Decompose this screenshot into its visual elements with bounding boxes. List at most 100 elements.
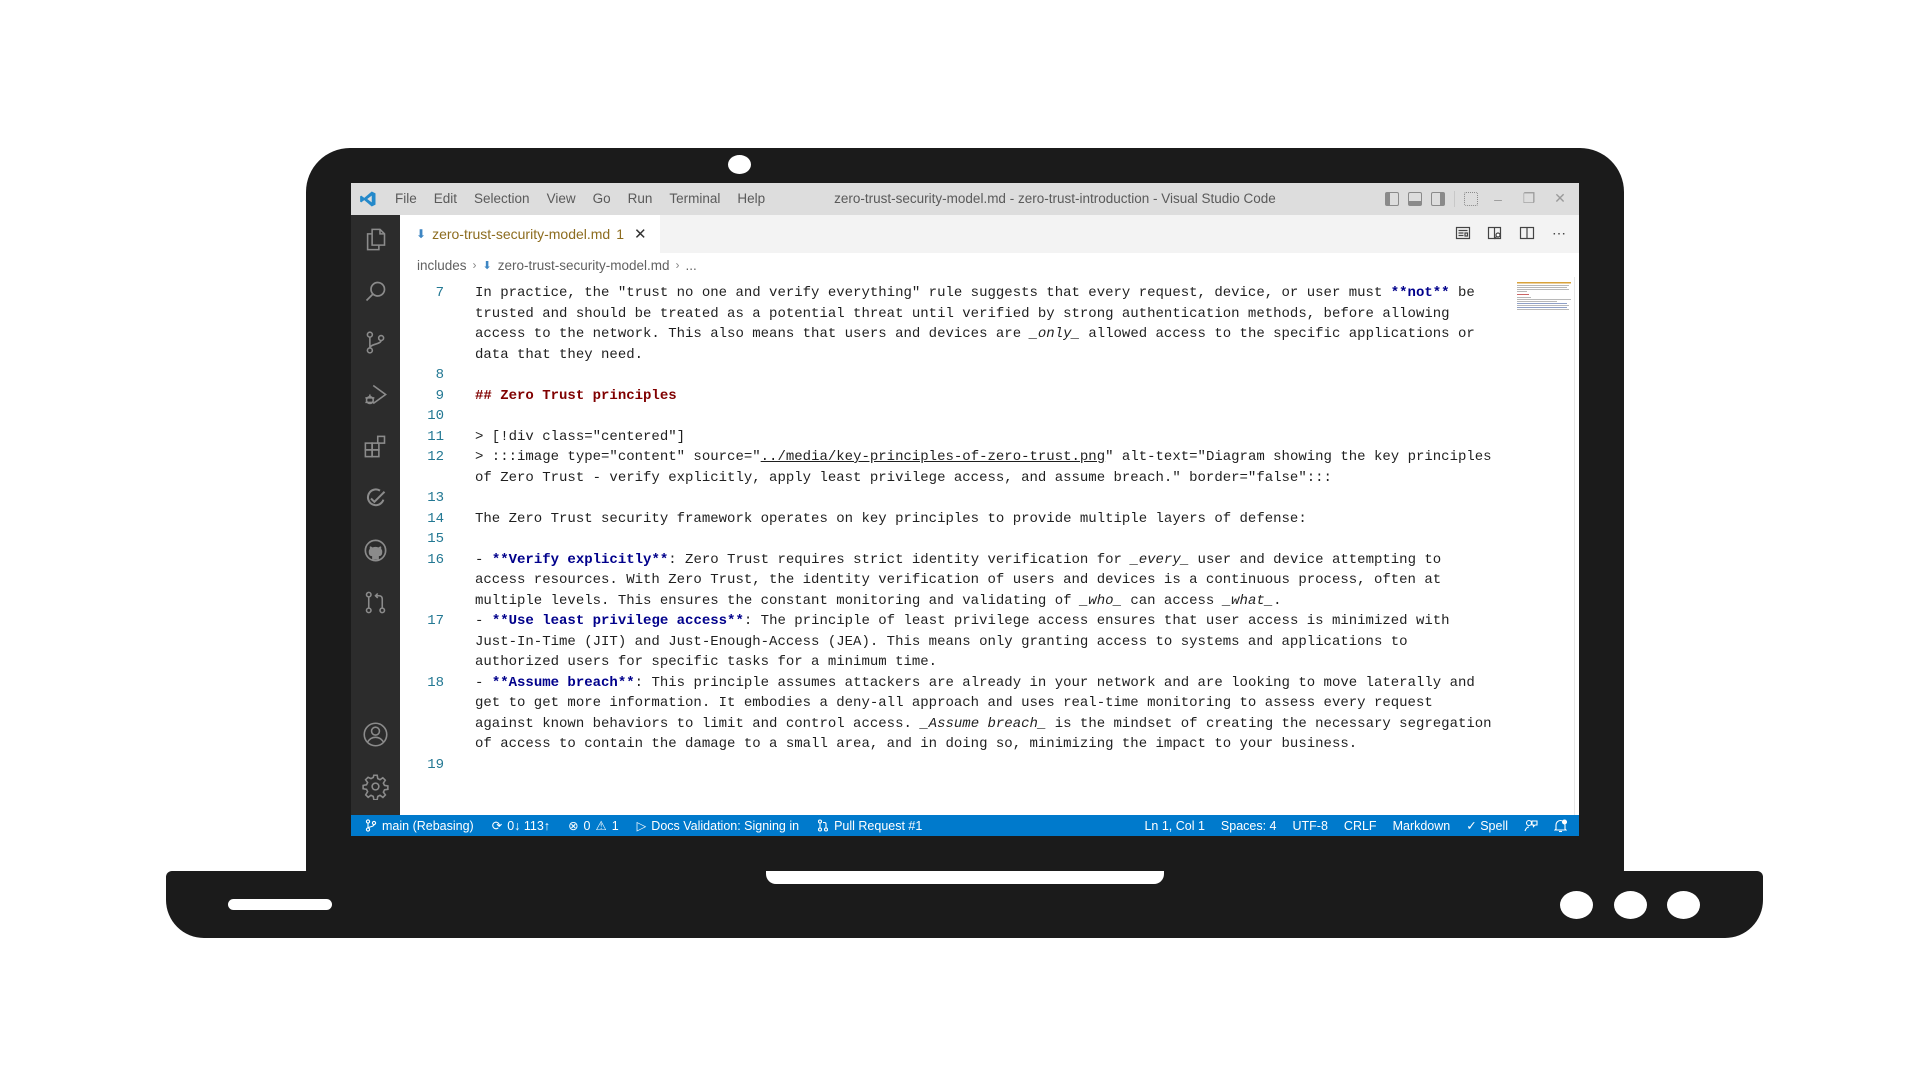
tab-zero-trust-security-model[interactable]: ⬇ zero-trust-security-model.md 1 ✕ <box>400 215 660 253</box>
text-segment: In practice, the "trust no one and verif… <box>475 285 1391 301</box>
search-icon[interactable] <box>362 278 389 305</box>
code-line[interactable]: - **Assume breach**: This principle assu… <box>475 673 1475 694</box>
link-path[interactable]: ../media/key-principles-of-zero-trust.pn… <box>761 449 1105 465</box>
line-number: 7 <box>435 285 444 301</box>
close-tab-icon[interactable]: ✕ <box>634 225 647 243</box>
testing-icon[interactable] <box>362 485 389 512</box>
problems-count-badge: 1 <box>616 226 625 242</box>
open-preview-icon[interactable] <box>1455 225 1471 241</box>
laptop-indicator-dot <box>1614 891 1647 919</box>
code-line[interactable]: multiple levels. This ensures the consta… <box>475 591 1282 612</box>
restore-button[interactable]: ❐ <box>1518 190 1540 207</box>
title-bar-controls: – ❐ ✕ <box>1385 190 1571 207</box>
code-line[interactable]: get to get more information. It embodies… <box>475 693 1433 714</box>
code-line[interactable]: of access to contain the damage to a sma… <box>475 734 1357 755</box>
accounts-icon[interactable] <box>362 721 389 748</box>
text-segment: get to get more information. It embodies… <box>475 695 1433 711</box>
code-line[interactable]: trusted and should be treated as a poten… <box>475 304 1450 325</box>
feedback-icon[interactable] <box>1524 819 1538 833</box>
text-segment: access to the network. This also means t… <box>475 326 1030 342</box>
warning-icon: ⚠ <box>595 819 607 833</box>
language-mode[interactable]: Markdown <box>1393 819 1451 833</box>
explorer-icon[interactable] <box>362 226 389 253</box>
text-segment: user and device attempting to <box>1189 551 1442 568</box>
line-number: 17 <box>427 613 444 629</box>
notifications-bell-icon[interactable] <box>1554 818 1567 833</box>
code-line[interactable]: of Zero Trust - verify explicitly, apply… <box>475 468 1332 489</box>
warning-count: 1 <box>611 818 619 833</box>
more-actions-icon[interactable]: ⋯ <box>1551 225 1567 241</box>
bold-markdown: **Use least privilege access** <box>491 613 744 629</box>
markdown-file-icon: ⬇ <box>416 227 427 241</box>
title-bar-divider <box>1454 190 1455 207</box>
pull-requests-icon[interactable] <box>362 589 389 616</box>
text-segment: The Zero Trust security framework operat… <box>475 510 1307 527</box>
code-line[interactable]: authorized users for specific tasks for … <box>475 652 937 673</box>
line-number: 13 <box>427 490 444 506</box>
code-line[interactable]: > [!div class="centered"] <box>475 427 685 448</box>
text-segment: . <box>1273 592 1282 609</box>
close-window-button[interactable]: ✕ <box>1549 190 1571 207</box>
pull-request-status[interactable]: Pull Request #1 <box>817 819 922 833</box>
code-line[interactable]: In practice, the "trust no one and verif… <box>475 283 1475 304</box>
line-number: 10 <box>427 408 444 424</box>
docs-validation-status[interactable]: ▷ Docs Validation: Signing in <box>637 818 799 834</box>
code-line[interactable]: access to the network. This also means t… <box>475 324 1475 345</box>
laptop-indicator-dot <box>1667 891 1700 919</box>
encoding[interactable]: UTF-8 <box>1293 819 1328 833</box>
sync-status[interactable]: ⟳ 0↓ 113↑ <box>492 818 550 834</box>
code-line[interactable]: > :::image type="content" source="../med… <box>475 447 1492 468</box>
bold-markdown: **Verify explicitly** <box>491 551 669 568</box>
line-number: 19 <box>427 756 444 773</box>
line-number: 8 <box>435 367 444 383</box>
pull-request-icon <box>818 819 829 832</box>
breadcrumb-item-file[interactable]: zero-trust-security-model.md <box>498 258 670 273</box>
cursor-position[interactable]: Ln 1, Col 1 <box>1144 819 1204 833</box>
run-debug-icon[interactable] <box>362 381 389 408</box>
branch-status[interactable]: main (Rebasing) <box>365 819 474 833</box>
indentation[interactable]: Spaces: 4 <box>1221 819 1277 833</box>
source-control-icon[interactable] <box>362 329 389 356</box>
minimize-button[interactable]: – <box>1487 191 1509 207</box>
code-line[interactable]: ## Zero Trust principles <box>475 386 677 407</box>
text-segment: > :::image type="content" source=" <box>475 449 761 465</box>
breadcrumb-item-includes[interactable]: includes <box>417 258 467 273</box>
minimap[interactable] <box>1517 282 1571 312</box>
breadcrumb-item-symbols[interactable]: ... <box>686 258 697 273</box>
split-editor-icon[interactable] <box>1519 225 1535 241</box>
code-line[interactable]: data that they need. <box>475 345 643 366</box>
open-preview-side-icon[interactable] <box>1487 225 1503 241</box>
github-icon[interactable] <box>362 537 389 564</box>
editor-area[interactable]: 7 In practice, the "trust no one and veri… <box>400 277 1579 815</box>
code-line[interactable]: against known behaviors to limit and con… <box>475 714 1492 735</box>
manage-gear-icon[interactable] <box>362 773 389 801</box>
toggle-primary-sidebar-icon[interactable] <box>1385 191 1399 206</box>
code-line[interactable]: access resources. With Zero Trust, the i… <box>475 570 1441 591</box>
text-segment: can access <box>1121 592 1223 609</box>
toggle-secondary-sidebar-icon[interactable] <box>1431 191 1445 206</box>
chevron-right-icon: › <box>675 258 680 272</box>
git-branch-icon <box>365 819 377 832</box>
customize-layout-icon[interactable] <box>1464 191 1478 206</box>
breadcrumb: includes › ⬇ zero-trust-security-model.m… <box>400 253 1579 277</box>
text-segment: > [!div class="centered"] <box>475 428 686 445</box>
bold-markdown: **not** <box>1390 285 1450 301</box>
text-segment: data that they need. <box>475 346 644 363</box>
editor-tab-bar: ⬇ zero-trust-security-model.md 1 ✕ ⋯ <box>400 215 1579 253</box>
end-of-line[interactable]: CRLF <box>1344 819 1377 833</box>
heading-markdown: ## Zero Trust principles <box>475 387 677 404</box>
problems-status[interactable]: ⊗ 0 ⚠ 1 <box>568 818 619 834</box>
error-count: 0 <box>583 818 591 833</box>
spell-check[interactable]: ✓ Spell <box>1466 818 1508 833</box>
code-line[interactable]: The Zero Trust security framework operat… <box>475 509 1307 530</box>
code-line[interactable]: Just-In-Time (JIT) and Just-Enough-Acces… <box>475 632 1408 653</box>
editor-actions: ⋯ <box>1455 225 1567 241</box>
toggle-panel-icon[interactable] <box>1408 191 1422 206</box>
code-line[interactable]: - **Verify explicitly**: Zero Trust requ… <box>475 550 1441 571</box>
text-segment: : This principle assumes attackers are a… <box>634 674 1475 691</box>
text-segment: : Zero Trust requires strict identity ve… <box>668 551 1131 568</box>
extensions-icon[interactable] <box>362 433 389 460</box>
code-line[interactable]: - **Use least privilege access**: The pr… <box>475 611 1450 632</box>
vertical-scrollbar[interactable] <box>1574 277 1579 815</box>
tab-label: zero-trust-security-model.md <box>432 226 611 242</box>
